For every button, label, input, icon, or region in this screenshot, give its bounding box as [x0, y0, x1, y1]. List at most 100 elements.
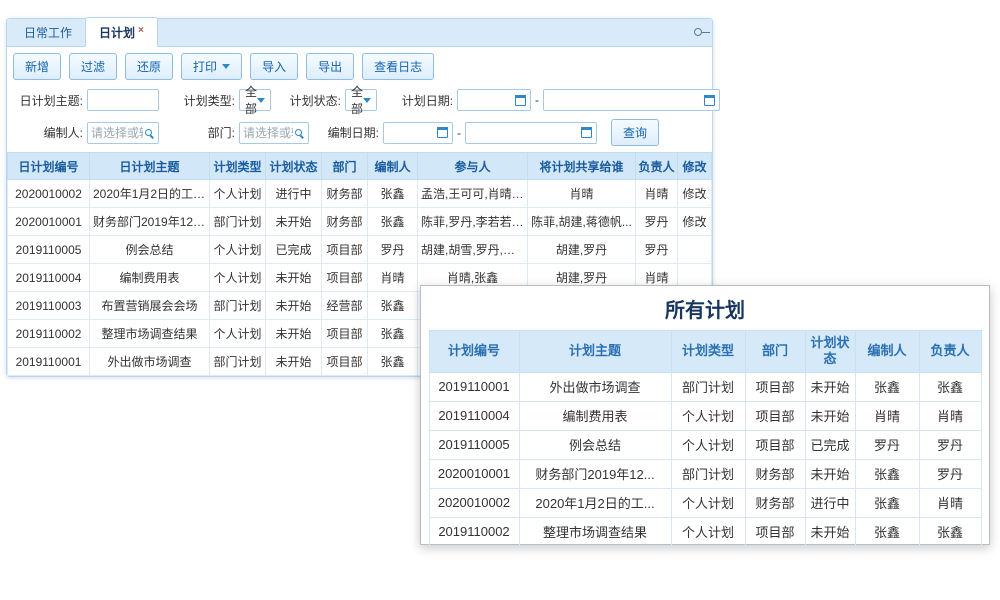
popup-title: 所有计划 [421, 294, 989, 323]
table-row[interactable]: 2019110004编制费用表个人计划项目部未开始肖晴肖晴 [429, 401, 981, 430]
cell-status: 未开始 [266, 348, 322, 376]
subject-label: 日计划主题: [13, 92, 83, 109]
table-header-row: 日计划编号日计划主题计划类型计划状态部门编制人参与人将计划共享给谁负责人修改 [8, 153, 712, 180]
subject-input[interactable] [87, 89, 159, 111]
cell-plan-id[interactable]: 2019110001 [8, 348, 90, 376]
cell-edit[interactable]: 修改 [678, 180, 712, 208]
chevron-down-icon [257, 98, 265, 103]
cell-owner[interactable]: 肖晴 [636, 180, 678, 208]
cell-plan-id[interactable]: 2020010002 [8, 180, 90, 208]
cell-plan-id[interactable]: 2019110003 [8, 292, 90, 320]
cell-subject[interactable]: 2020年1月2日的工作日... [90, 180, 210, 208]
table-row[interactable]: 2019110005例会总结个人计划已完成项目部罗丹胡建,胡雪,罗丹,任晓...… [8, 236, 712, 264]
column-header-subject: 日计划主题 [90, 153, 210, 180]
table-row[interactable]: 2020010001财务部门2019年12月的...部门计划未开始财务部张鑫陈菲… [8, 208, 712, 236]
cell-subject: 财务部门2019年12... [519, 459, 671, 488]
search-icon[interactable] [295, 129, 302, 136]
cell-subject[interactable]: 外出做市场调查 [90, 348, 210, 376]
cell-type: 个人计划 [671, 430, 745, 459]
view-log-button[interactable]: 查看日志 [362, 53, 434, 80]
plan-status-select[interactable]: 全部 [345, 89, 377, 111]
calendar-icon[interactable] [437, 127, 448, 138]
column-header-subject: 计划主题 [519, 331, 671, 373]
column-header-plan-id: 日计划编号 [8, 153, 90, 180]
cell-type: 个人计划 [210, 264, 266, 292]
dept-input[interactable] [243, 126, 293, 140]
calendar-icon[interactable] [515, 95, 526, 106]
restore-button[interactable]: 还原 [125, 53, 173, 80]
cell-status: 未开始 [805, 459, 855, 488]
export-button[interactable]: 导出 [306, 53, 354, 80]
cell-plan-id: 2020010002 [429, 488, 519, 517]
table-row[interactable]: 20200100022020年1月2日的工...个人计划财务部进行中张鑫肖晴 [429, 488, 981, 517]
cell-type: 部门计划 [210, 292, 266, 320]
import-button[interactable]: 导入 [250, 53, 298, 80]
calendar-icon[interactable] [581, 127, 592, 138]
column-header-status: 计划状态 [805, 331, 855, 373]
cell-status: 进行中 [266, 180, 322, 208]
cell-dept: 项目部 [745, 430, 805, 459]
calendar-icon[interactable] [704, 95, 715, 106]
cell-type: 部门计划 [210, 208, 266, 236]
filter-button[interactable]: 过滤 [69, 53, 117, 80]
search-icon[interactable] [145, 129, 152, 136]
search-button[interactable]: 查询 [611, 119, 659, 146]
cell-participants: 陈菲,罗丹,李若若,罗... [418, 208, 528, 236]
cell-creator: 张鑫 [368, 292, 418, 320]
compile-date-label: 编制日期: [319, 124, 379, 141]
table-row[interactable]: 2020010001财务部门2019年12...部门计划财务部未开始张鑫罗丹 [429, 459, 981, 488]
table-row[interactable]: 2019110002整理市场调查结果个人计划项目部未开始张鑫张鑫 [429, 517, 981, 546]
cell-share-with: 胡建,罗丹 [528, 236, 636, 264]
all-plans-table: 计划编号计划主题计划类型部门计划状态编制人负责人 2019110001外出做市场… [429, 330, 982, 547]
cell-status: 进行中 [805, 488, 855, 517]
plan-date-to-input[interactable] [547, 93, 702, 107]
table-row[interactable]: 20200100022020年1月2日的工作日...个人计划进行中财务部张鑫孟浩… [8, 180, 712, 208]
tab-label: 日常工作 [24, 26, 72, 40]
cell-subject[interactable]: 编制费用表 [90, 264, 210, 292]
key-icon[interactable] [694, 28, 702, 36]
cell-owner[interactable]: 罗丹 [636, 208, 678, 236]
date-range-separator: - [457, 126, 461, 140]
cell-plan-id[interactable]: 2020010001 [8, 208, 90, 236]
cell-subject[interactable]: 例会总结 [90, 236, 210, 264]
plan-date-to-field[interactable] [543, 89, 720, 111]
cell-subject[interactable]: 财务部门2019年12月的... [90, 208, 210, 236]
cell-plan-id[interactable]: 2019110005 [8, 236, 90, 264]
creator-picker[interactable] [87, 122, 159, 144]
cell-subject[interactable]: 整理市场调查结果 [90, 320, 210, 348]
compile-date-to-field[interactable] [465, 122, 597, 144]
cell-dept: 项目部 [322, 236, 368, 264]
print-button-label: 打印 [193, 58, 217, 75]
dept-picker[interactable] [239, 122, 309, 144]
chevron-down-icon [222, 64, 230, 69]
tab-close-icon[interactable]: × [138, 25, 144, 36]
cell-type: 部门计划 [210, 348, 266, 376]
compile-date-from-field[interactable] [383, 122, 453, 144]
cell-plan-id[interactable]: 2019110002 [8, 320, 90, 348]
toolbar: 新增 过滤 还原 打印 导入 导出 查看日志 [7, 47, 712, 85]
cell-plan-id[interactable]: 2019110004 [8, 264, 90, 292]
chevron-down-icon [363, 98, 371, 103]
cell-owner[interactable]: 罗丹 [636, 236, 678, 264]
plan-type-select[interactable]: 全部 [239, 89, 271, 111]
cell-subject[interactable]: 布置营销展会会场 [90, 292, 210, 320]
plan-date-from-field[interactable] [457, 89, 531, 111]
compile-date-from-input[interactable] [387, 126, 435, 140]
plan-date-from-input[interactable] [461, 93, 513, 107]
print-button[interactable]: 打印 [181, 53, 242, 80]
tab-daily-work[interactable]: 日常工作 [11, 18, 85, 46]
cell-edit[interactable]: 修改 [678, 208, 712, 236]
table-row[interactable]: 2019110005例会总结个人计划项目部已完成罗丹罗丹 [429, 430, 981, 459]
cell-participants: 胡建,胡雪,罗丹,任晓... [418, 236, 528, 264]
creator-input[interactable] [91, 126, 143, 140]
cell-creator: 张鑫 [855, 459, 919, 488]
table-row[interactable]: 2019110001外出做市场调查部门计划项目部未开始张鑫张鑫 [429, 372, 981, 401]
compile-date-to-input[interactable] [469, 126, 579, 140]
cell-dept: 项目部 [322, 264, 368, 292]
cell-dept: 财务部 [322, 180, 368, 208]
cell-status: 未开始 [266, 264, 322, 292]
tab-daily-plan[interactable]: 日计划× [85, 17, 158, 47]
add-button[interactable]: 新增 [13, 53, 61, 80]
plan-date-label: 计划日期: [389, 92, 453, 109]
all-plans-table-body: 2019110001外出做市场调查部门计划项目部未开始张鑫张鑫201911000… [429, 372, 981, 546]
